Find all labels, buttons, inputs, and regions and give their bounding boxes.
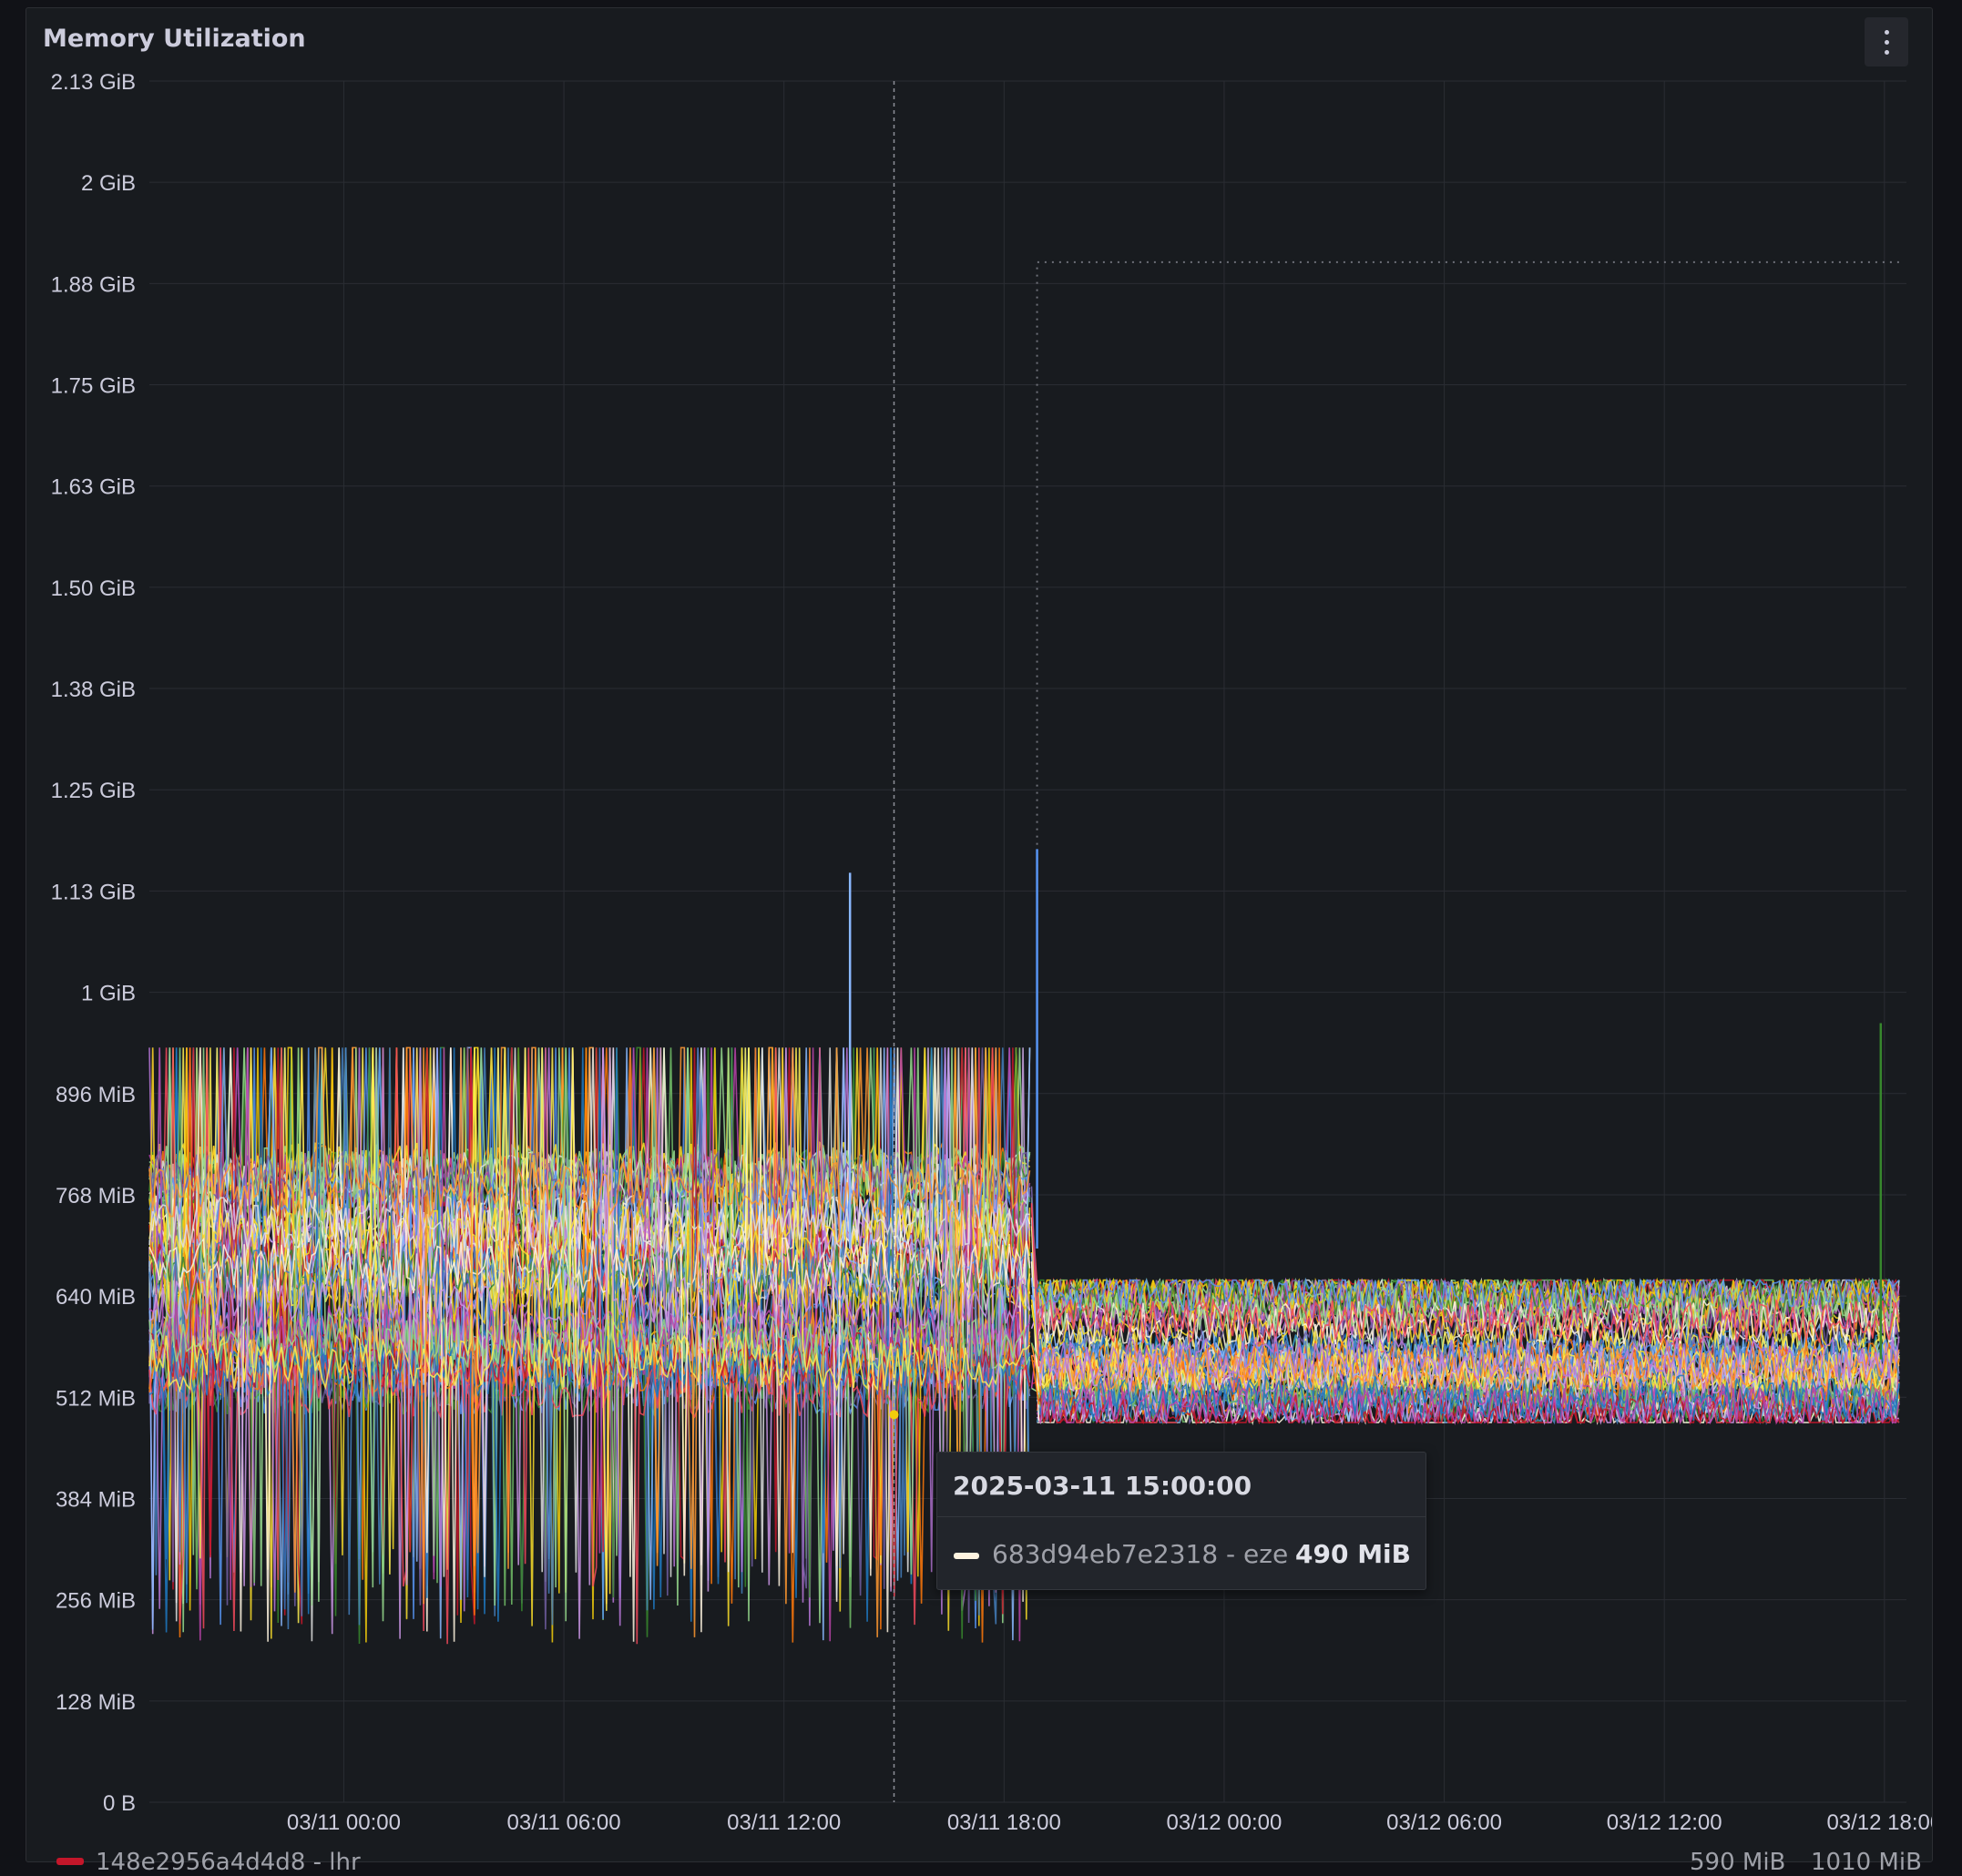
y-tick-label: 512 MiB	[56, 1386, 136, 1411]
y-tick-label: 640 MiB	[56, 1285, 136, 1310]
y-tick-label: 0 B	[103, 1791, 136, 1816]
y-tick-label: 1.38 GiB	[51, 678, 136, 702]
limit-step-line	[1036, 260, 1901, 933]
y-tick-label: 896 MiB	[56, 1083, 136, 1107]
x-tick-label: 03/11 00:00	[287, 1810, 401, 1835]
legend-item-min: 590 MiB	[1690, 1849, 1786, 1876]
y-tick-label: 256 MiB	[56, 1589, 136, 1614]
y-tick-label: 2 GiB	[81, 171, 136, 196]
y-tick-label: 384 MiB	[56, 1487, 136, 1512]
tooltip-series-value: 490 MiB	[1295, 1539, 1411, 1569]
legend-item-name[interactable]: 148e2956a4d4d8 - lhr	[96, 1849, 361, 1876]
legend-swatch	[56, 1858, 84, 1865]
y-tick-label: 1.63 GiB	[51, 475, 136, 500]
x-tick-label: 03/11 18:00	[947, 1810, 1061, 1835]
y-tick-label: 1.13 GiB	[51, 880, 136, 904]
hover-tooltip: 2025-03-11 15:00:00 683d94eb7e2318 - eze…	[936, 1452, 1426, 1590]
y-tick-label: 1.50 GiB	[51, 576, 136, 601]
x-tick-label: 03/12 06:00	[1386, 1810, 1502, 1835]
x-tick-label: 03/12 18:00	[1826, 1810, 1933, 1835]
tooltip-series-swatch	[954, 1553, 979, 1559]
memory-utilization-panel: Memory Utilization 0 B 128 MiB 256 MiB 384 …	[26, 7, 1933, 1862]
tooltip-divider	[937, 1516, 1426, 1517]
tooltip-time: 2025-03-11 15:00:00	[953, 1471, 1252, 1501]
legend-item-max: 1010 MiB	[1811, 1849, 1922, 1876]
y-tick-label: 1.75 GiB	[51, 374, 136, 399]
y-tick-label: 2.13 GiB	[51, 70, 136, 95]
y-tick-label: 1 GiB	[81, 982, 136, 1006]
y-tick-label: 1.25 GiB	[51, 779, 136, 803]
x-tick-label: 03/11 12:00	[727, 1810, 841, 1835]
x-tick-label: 03/11 06:00	[507, 1810, 621, 1835]
x-tick-label: 03/12 12:00	[1607, 1810, 1722, 1835]
y-tick-label: 1.88 GiB	[51, 272, 136, 297]
y-tick-label: 768 MiB	[56, 1184, 136, 1208]
hover-point	[889, 1410, 899, 1420]
tooltip-series-name: 683d94eb7e2318 - eze	[992, 1539, 1289, 1569]
y-tick-label: 128 MiB	[56, 1690, 136, 1715]
x-tick-label: 03/12 00:00	[1167, 1810, 1282, 1835]
